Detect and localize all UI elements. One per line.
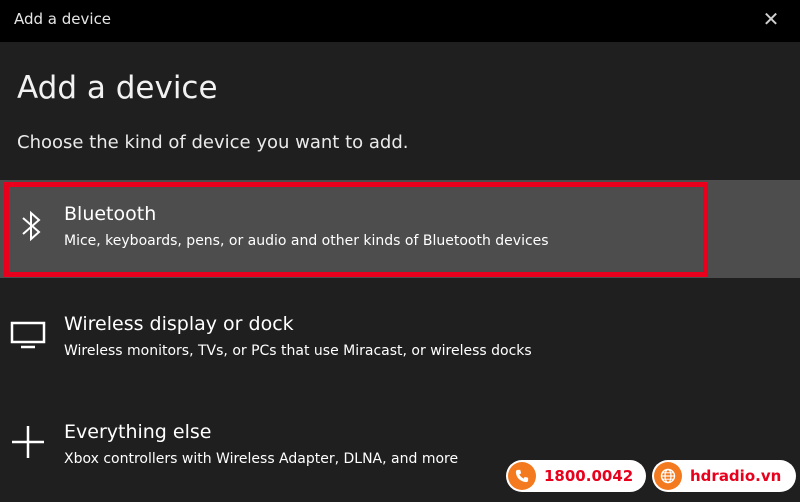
option-wireless-display[interactable]: Wireless display or dock Wireless monito… [0, 300, 800, 394]
watermark-site-badge: hdradio.vn [652, 460, 796, 492]
option-name: Wireless display or dock [64, 313, 294, 335]
watermark-phone-text: 1800.0042 [544, 467, 634, 485]
plus-icon [12, 426, 44, 458]
selection-highlight [4, 182, 708, 277]
monitor-icon [10, 321, 46, 349]
option-name: Everything else [64, 421, 212, 443]
globe-icon [654, 462, 682, 490]
phone-icon [508, 462, 536, 490]
watermark-site-text: hdradio.vn [690, 467, 782, 485]
bluetooth-icon [22, 210, 41, 242]
option-description: Wireless monitors, TVs, or PCs that use … [64, 343, 532, 359]
option-name: Bluetooth [64, 203, 157, 225]
option-bluetooth[interactable]: Bluetooth Mice, keyboards, pens, or audi… [0, 180, 800, 278]
close-icon[interactable]: ✕ [760, 8, 782, 30]
page-title: Add a device [17, 70, 218, 106]
title-bar: Add a device ✕ [0, 0, 800, 42]
option-description: Mice, keyboards, pens, or audio and othe… [64, 233, 549, 249]
page-subtitle: Choose the kind of device you want to ad… [17, 132, 409, 153]
window-title: Add a device [14, 10, 112, 28]
option-description: Xbox controllers with Wireless Adapter, … [64, 451, 459, 467]
watermark-phone-badge: 1800.0042 [506, 460, 646, 492]
